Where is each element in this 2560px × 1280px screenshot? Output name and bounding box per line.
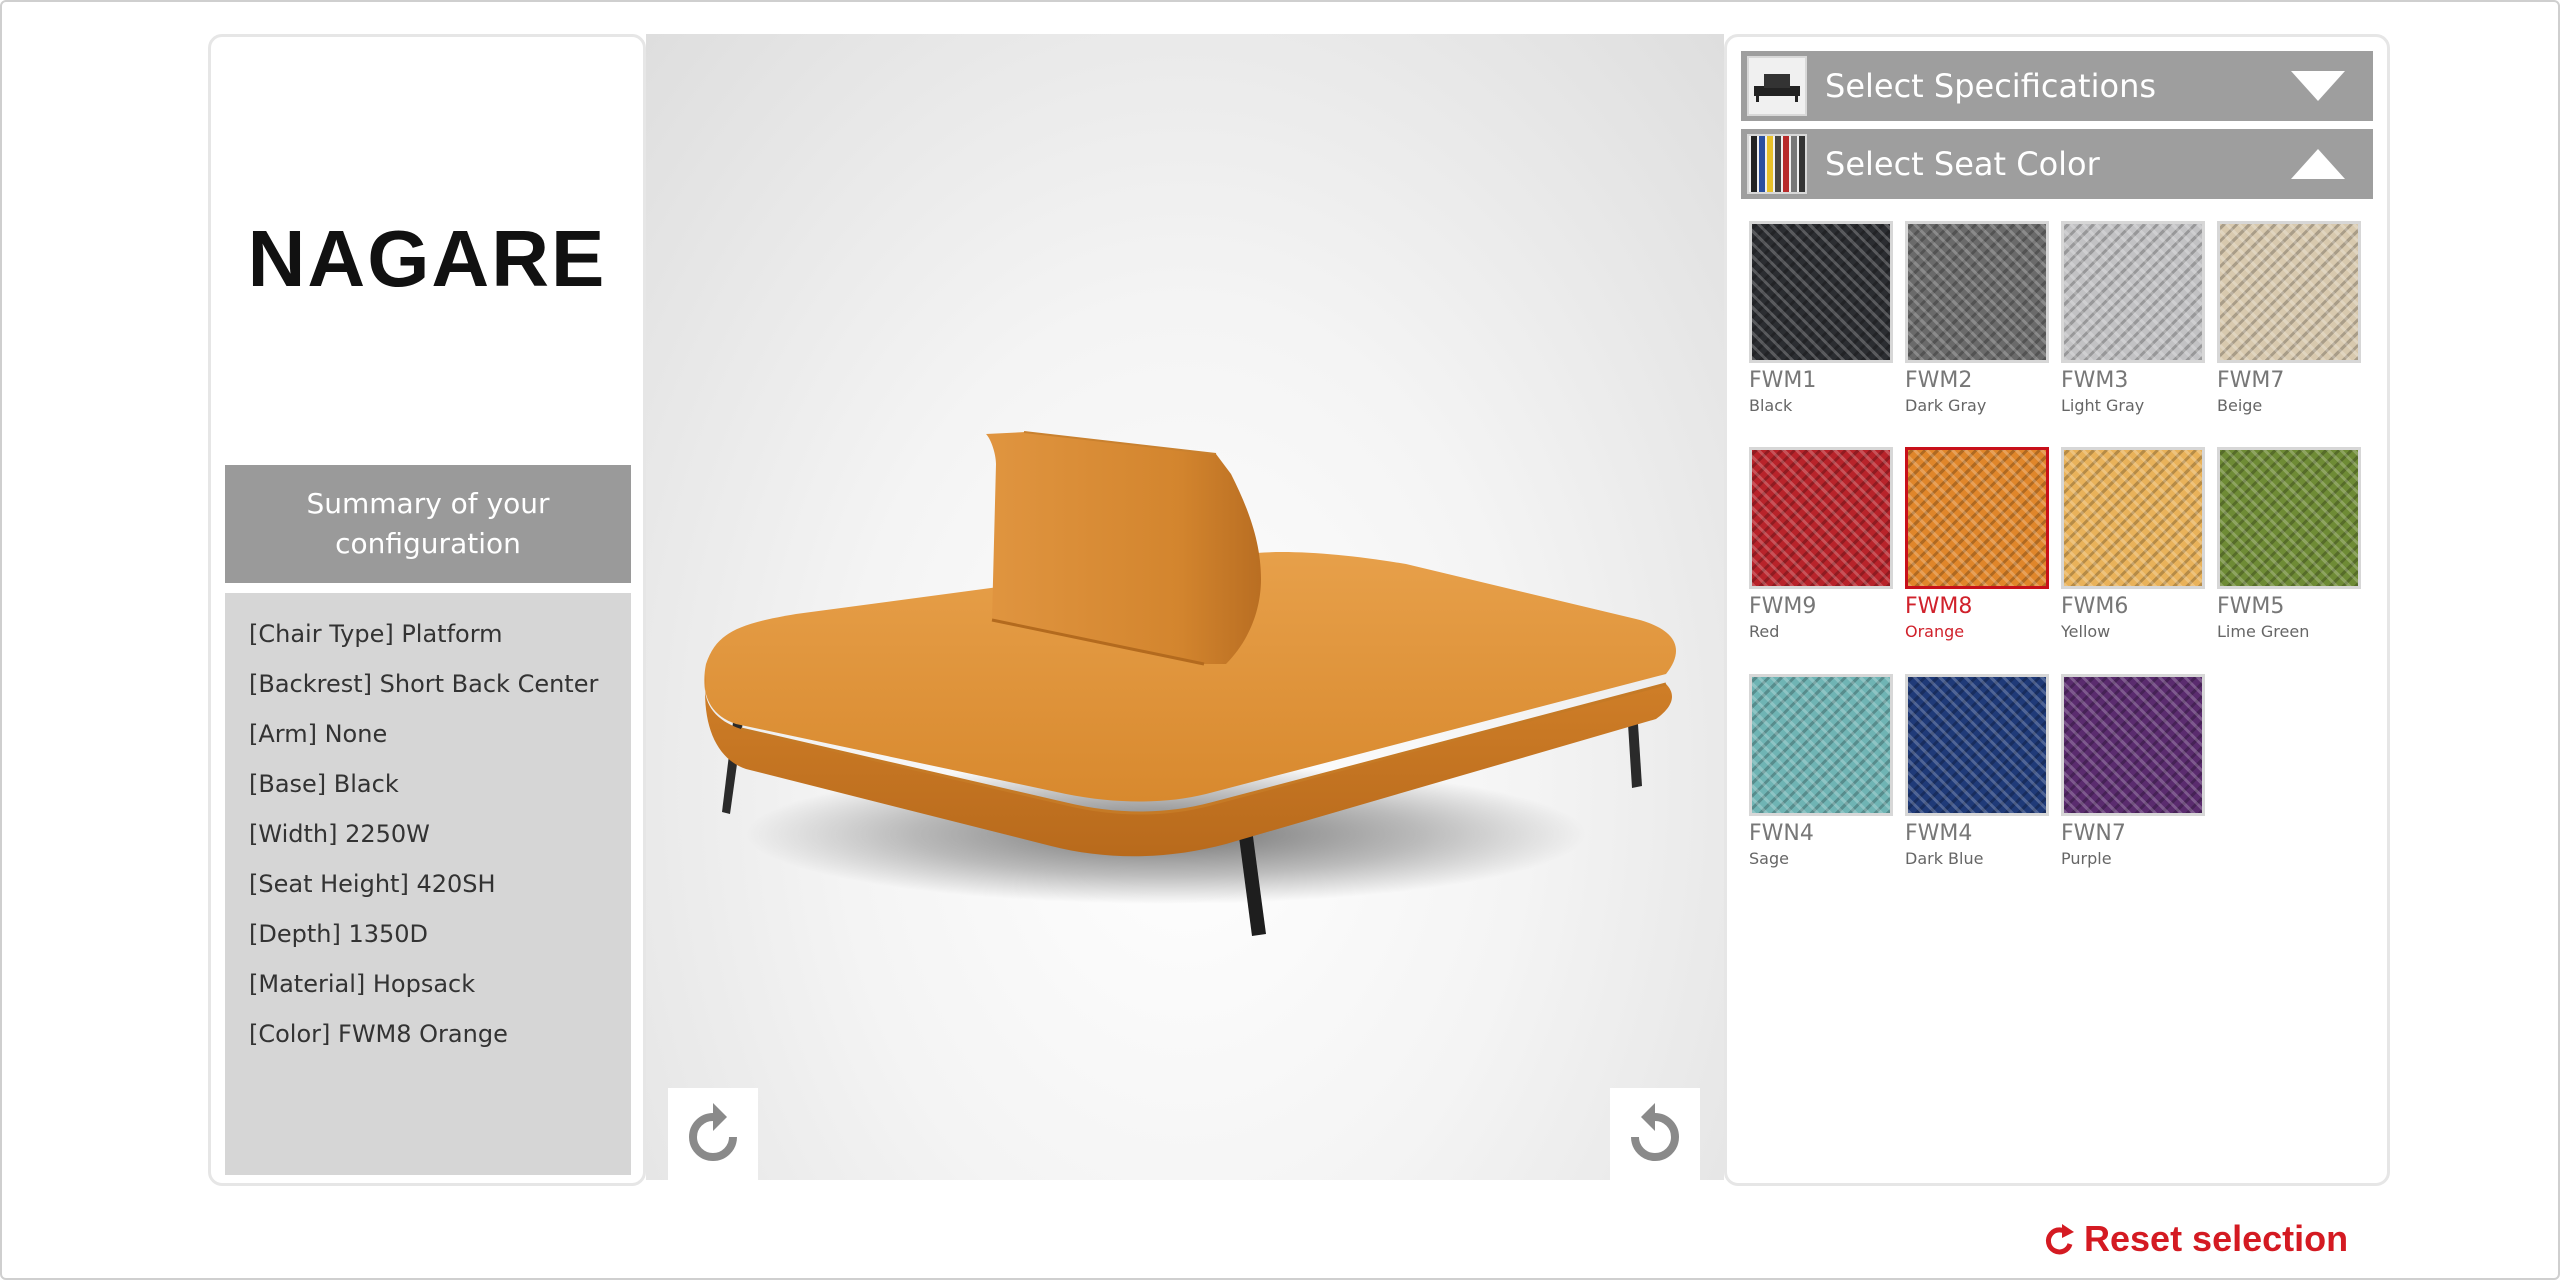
summary-title: Summary of your configuration	[225, 465, 631, 583]
swatch-fwm8[interactable]: FWM8 Orange	[1905, 447, 2049, 643]
swatch-fwm7[interactable]: FWM7 Beige	[2217, 221, 2361, 417]
swatch-code: FWM7	[2217, 368, 2285, 393]
options-panel: Select Specifications Select Seat Color …	[1724, 34, 2390, 1186]
swatch-chip	[1905, 674, 2049, 816]
swatch-code: FWN4	[1749, 821, 1814, 846]
swatch-fwm4[interactable]: FWM4 Dark Blue	[1905, 674, 2049, 870]
sofa-image	[704, 431, 1676, 936]
select-seat-color-label: Select Seat Color	[1825, 145, 2100, 183]
chevron-down-icon	[2291, 71, 2345, 101]
swatch-fwm9[interactable]: FWM9 Red	[1749, 447, 1893, 643]
swatch-fwn7[interactable]: FWN7 Purple	[2061, 674, 2205, 870]
swatch-code: FWM1	[1749, 368, 1817, 393]
summary-line-backrest: [Backrest] Short Back Center	[249, 670, 599, 698]
summary-title-text: Summary of your configuration	[306, 487, 550, 560]
swatch-name: Purple	[2061, 849, 2112, 868]
swatch-name: Black	[1749, 396, 1793, 415]
refresh-icon	[2044, 1222, 2074, 1256]
summary-line-base: [Base] Black	[249, 770, 399, 798]
swatch-code: FWM6	[2061, 594, 2129, 619]
rotate-left-button[interactable]	[668, 1088, 758, 1180]
seat-color-thumbnail	[1747, 134, 1807, 194]
swatch-chip	[1749, 674, 1893, 816]
swatch-name: Dark Blue	[1905, 849, 1984, 868]
swatch-code: FWM4	[1905, 821, 1973, 846]
swatch-code: FWM8	[1905, 594, 1973, 619]
swatch-name: Beige	[2217, 396, 2263, 415]
swatch-name: Sage	[1749, 849, 1789, 868]
swatch-name: Light Gray	[2061, 396, 2145, 415]
swatch-name: Lime Green	[2217, 622, 2310, 641]
swatch-code: FWM3	[2061, 368, 2129, 393]
sofa-thumbnail-icon	[1754, 74, 1800, 102]
swatch-code: FWM5	[2217, 594, 2285, 619]
swatch-name: Orange	[1905, 622, 1965, 641]
swatch-chip	[1749, 221, 1893, 363]
swatch-chip	[2217, 447, 2361, 589]
summary-line-width: [Width] 2250W	[249, 820, 430, 848]
summary-line-depth: [Depth] 1350D	[249, 920, 429, 948]
swatch-fwm3[interactable]: FWM3 Light Gray	[2061, 221, 2205, 417]
summary-panel: NAGARE Summary of your configuration [Ch…	[208, 34, 646, 1186]
swatch-name: Red	[1749, 622, 1780, 641]
product-viewer[interactable]	[646, 34, 1724, 1180]
swatch-code: FWM9	[1749, 594, 1817, 619]
swatch-chip	[1749, 447, 1893, 589]
swatch-chip	[2217, 221, 2361, 363]
chevron-up-icon	[2291, 149, 2345, 179]
reset-selection-button[interactable]: Reset selection	[2044, 1218, 2348, 1260]
swatch-chip	[1905, 221, 2049, 363]
summary-line-seat-height: [Seat Height] 420SH	[249, 870, 496, 898]
swatch-chip	[2061, 447, 2205, 589]
rotate-left-icon	[689, 1103, 737, 1161]
swatch-fwm5[interactable]: FWM5 Lime Green	[2217, 447, 2361, 643]
summary-line-material: [Material] Hopsack	[249, 970, 476, 998]
swatch-fwm6[interactable]: FWM6 Yellow	[2061, 447, 2205, 643]
summary-list: [Chair Type] Platform [Backrest] Short B…	[225, 593, 631, 1175]
swatch-name: Yellow	[2061, 622, 2111, 641]
swatch-chip	[2061, 221, 2205, 363]
select-specifications-header[interactable]: Select Specifications	[1741, 51, 2373, 121]
swatch-code: FWM2	[1905, 368, 1973, 393]
swatch-name: Dark Gray	[1905, 396, 1987, 415]
swatch-code: FWN7	[2061, 821, 2126, 846]
swatch-fwn4[interactable]: FWN4 Sage	[1749, 674, 1893, 870]
swatch-chip	[1905, 447, 2049, 589]
specifications-thumbnail	[1747, 56, 1807, 116]
brand-logo: NAGARE	[247, 214, 607, 303]
summary-line-arm: [Arm] None	[249, 720, 388, 748]
swatch-fwm2[interactable]: FWM2 Dark Gray	[1905, 221, 2049, 417]
summary-line-color: [Color] FWM8 Orange	[249, 1020, 508, 1048]
reset-selection-label: Reset selection	[2084, 1218, 2349, 1259]
summary-line-chair-type: [Chair Type] Platform	[249, 620, 503, 648]
rotate-right-button[interactable]	[1610, 1088, 1700, 1180]
rotate-right-icon	[1631, 1103, 1679, 1161]
swatch-chip	[2061, 674, 2205, 816]
swatch-fwm1[interactable]: FWM1 Black	[1749, 221, 1893, 417]
color-stripes-icon	[1751, 136, 1805, 192]
select-seat-color-header[interactable]: Select Seat Color	[1741, 129, 2373, 199]
select-specifications-label: Select Specifications	[1825, 67, 2157, 105]
